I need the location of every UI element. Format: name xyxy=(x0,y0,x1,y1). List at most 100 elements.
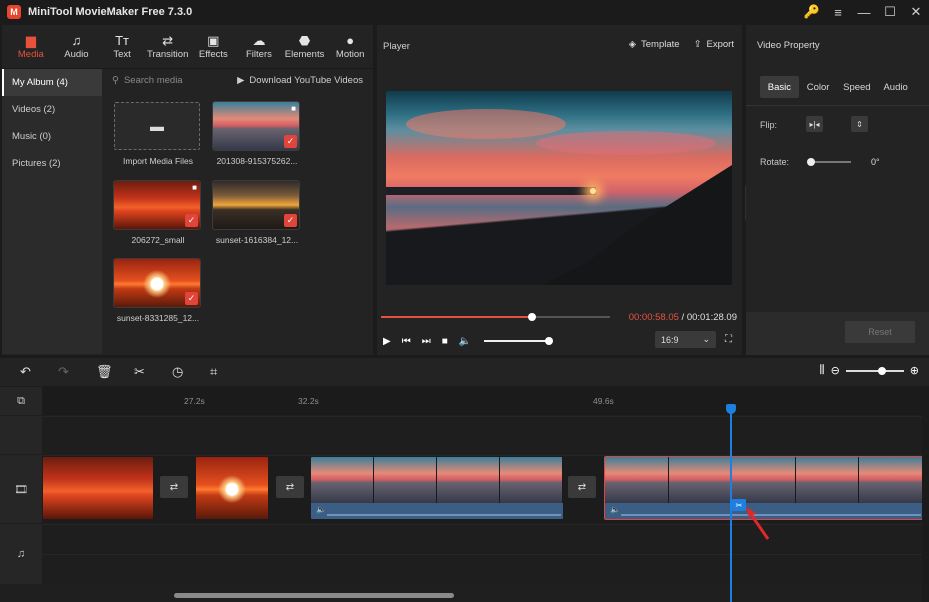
playback-progress-bar[interactable] xyxy=(381,313,610,321)
video-preview[interactable] xyxy=(386,91,732,285)
tab-label: Media xyxy=(17,49,44,60)
library-tabs: ▆ Media ♫ Audio Tт Text ⇄ Transition ▣ Effect… xyxy=(2,25,373,69)
split-scissors-icon[interactable]: ✂ xyxy=(134,364,145,380)
rotate-value: 0° xyxy=(871,157,880,167)
export-label: Export xyxy=(706,39,734,50)
zoom-slider[interactable] xyxy=(845,366,904,375)
media-thumbnail[interactable]: ■ ✓ xyxy=(212,101,300,151)
delete-icon[interactable]: 🗑 xyxy=(96,364,113,380)
play-icon[interactable]: ▶ xyxy=(383,336,391,347)
tab-filters[interactable]: ☁ Filters xyxy=(236,25,282,68)
media-thumbnail[interactable]: ✓ xyxy=(212,180,300,230)
template-button[interactable]: ◈ Template xyxy=(629,39,680,50)
media-item[interactable]: ✓ sunset-1616384_12... xyxy=(212,180,301,245)
tab-audio[interactable]: Audio xyxy=(876,76,915,98)
timeline-clip[interactable] xyxy=(43,457,153,519)
app-title: MiniTool MovieMaker Free 7.3.0 xyxy=(28,6,193,18)
add-track-icon[interactable]: ⧉ xyxy=(0,387,42,415)
import-media-card[interactable]: ▬ Import Media Files xyxy=(114,102,202,166)
speed-icon[interactable]: ◷ xyxy=(172,364,183,380)
tab-effects[interactable]: ▣ Effects xyxy=(191,25,237,68)
album-item-music[interactable]: Music (0) xyxy=(2,123,102,150)
stop-icon[interactable]: ■ xyxy=(442,336,448,347)
video-camera-icon: ■ xyxy=(291,104,296,113)
rotate-knob[interactable] xyxy=(807,158,815,166)
tab-basic[interactable]: Basic xyxy=(760,76,799,98)
export-button[interactable]: ⇪ Export xyxy=(694,39,734,50)
menu-icon[interactable]: ≡ xyxy=(825,0,851,24)
cloud xyxy=(536,131,716,155)
clip-frames xyxy=(311,457,563,503)
transition-icon[interactable]: ⇄ xyxy=(276,476,304,498)
tab-transition[interactable]: ⇄ Transition xyxy=(145,25,191,68)
reset-button[interactable]: Reset xyxy=(845,321,915,343)
horizontal-scrollbar[interactable] xyxy=(174,593,454,598)
transition-icon[interactable]: ⇄ xyxy=(568,476,596,498)
crop-icon[interactable]: ⌗ xyxy=(210,364,217,380)
redo-icon[interactable]: ↷ xyxy=(58,364,69,380)
overlay-track[interactable] xyxy=(42,416,922,454)
music-track-lower[interactable] xyxy=(42,554,922,584)
media-name: 206272_small xyxy=(131,235,185,245)
empty-track-head xyxy=(0,416,42,454)
media-item[interactable]: ✓ sunset-8331285_12... xyxy=(113,258,202,323)
playback-progress-knob[interactable] xyxy=(528,313,537,321)
filters-icon: ☁ xyxy=(252,33,266,48)
divider xyxy=(746,105,929,106)
media-thumbnail[interactable]: ■ ✓ xyxy=(113,180,201,230)
volume-knob[interactable] xyxy=(545,337,554,345)
tab-speed[interactable]: Speed xyxy=(838,76,877,98)
download-youtube-label: Download YouTube Videos xyxy=(249,74,363,86)
key-icon[interactable]: 🔑 xyxy=(799,0,825,24)
minimize-icon[interactable]: — xyxy=(851,0,877,24)
zoom-knob[interactable] xyxy=(877,366,886,375)
media-thumbnail[interactable]: ✓ xyxy=(113,258,201,308)
time-ruler[interactable]: 27.2s 32.2s 49.6s xyxy=(42,387,922,415)
tab-elements[interactable]: ⬣ Elements xyxy=(282,25,328,68)
vertical-scrollbar[interactable] xyxy=(922,387,929,602)
fit-timeline-icon[interactable]: ⫼ xyxy=(820,364,825,377)
tab-audio[interactable]: ♫ Audio xyxy=(54,25,100,68)
album-item-videos[interactable]: Videos (2) xyxy=(2,96,102,123)
next-frame-icon[interactable]: ⏭ xyxy=(422,336,431,347)
timeline-toolbar: ↶ ↷ 🗑 ✂ ◷ ⌗ ⫼ ⊖ ⊕ xyxy=(0,358,929,386)
album-item-pictures[interactable]: Pictures (2) xyxy=(2,150,102,177)
split-scissors-icon[interactable]: ✂ xyxy=(732,499,746,511)
download-youtube-button[interactable]: ▶ Download YouTube Videos xyxy=(237,75,363,86)
tab-motion[interactable]: ● Motion xyxy=(327,25,373,68)
undo-icon[interactable]: ↶ xyxy=(20,364,31,380)
close-icon[interactable]: ✕ xyxy=(903,0,929,24)
previous-frame-icon[interactable]: ⏮ xyxy=(402,336,411,347)
volume-slider[interactable] xyxy=(484,337,554,345)
ruler-tick: 27.2s xyxy=(184,396,205,406)
fullscreen-icon[interactable]: ⛶ xyxy=(725,334,732,345)
window-controls: 🔑 ≡ — ☐ ✕ xyxy=(799,0,929,24)
annotation-arrow xyxy=(746,507,770,540)
media-item[interactable]: ■ ✓ 201308-915375262... xyxy=(212,101,301,166)
volume-icon[interactable]: 🔈 xyxy=(459,336,471,347)
video-camera-icon: ■ xyxy=(192,183,197,192)
transition-icon[interactable]: ⇄ xyxy=(160,476,188,498)
album-item-my-album[interactable]: My Album (4) xyxy=(2,69,102,96)
aspect-ratio-select[interactable]: 16:9 ⌄ xyxy=(655,331,716,348)
timeline-clip[interactable]: 🔈 xyxy=(311,457,563,519)
zoom-out-icon[interactable]: ⊖ xyxy=(831,364,840,377)
import-folder-icon[interactable]: ▬ xyxy=(114,102,200,150)
tab-text[interactable]: Tт Text xyxy=(99,25,145,68)
search-input[interactable]: ⚲ Search media xyxy=(112,75,183,86)
tab-color[interactable]: Color xyxy=(799,76,838,98)
rotate-slider[interactable] xyxy=(807,158,851,166)
ruler-tick: 32.2s xyxy=(298,396,319,406)
zoom-in-icon[interactable]: ⊕ xyxy=(910,364,919,377)
playhead-handle[interactable] xyxy=(726,404,736,414)
tab-media[interactable]: ▆ Media xyxy=(8,25,54,68)
playback-controls: ▶ ⏮ ⏭ ■ 🔈 xyxy=(383,334,554,348)
maximize-icon[interactable]: ☐ xyxy=(877,0,903,24)
media-item[interactable]: ■ ✓ 206272_small xyxy=(113,180,202,245)
timeline-clip[interactable] xyxy=(196,457,268,519)
tab-label: Motion xyxy=(335,49,365,60)
flip-vertical-icon[interactable]: ⇕ xyxy=(851,116,868,132)
layers-icon: ◈ xyxy=(628,39,636,50)
music-track[interactable] xyxy=(42,524,922,554)
flip-horizontal-icon[interactable]: ▸|◂ xyxy=(806,116,823,132)
